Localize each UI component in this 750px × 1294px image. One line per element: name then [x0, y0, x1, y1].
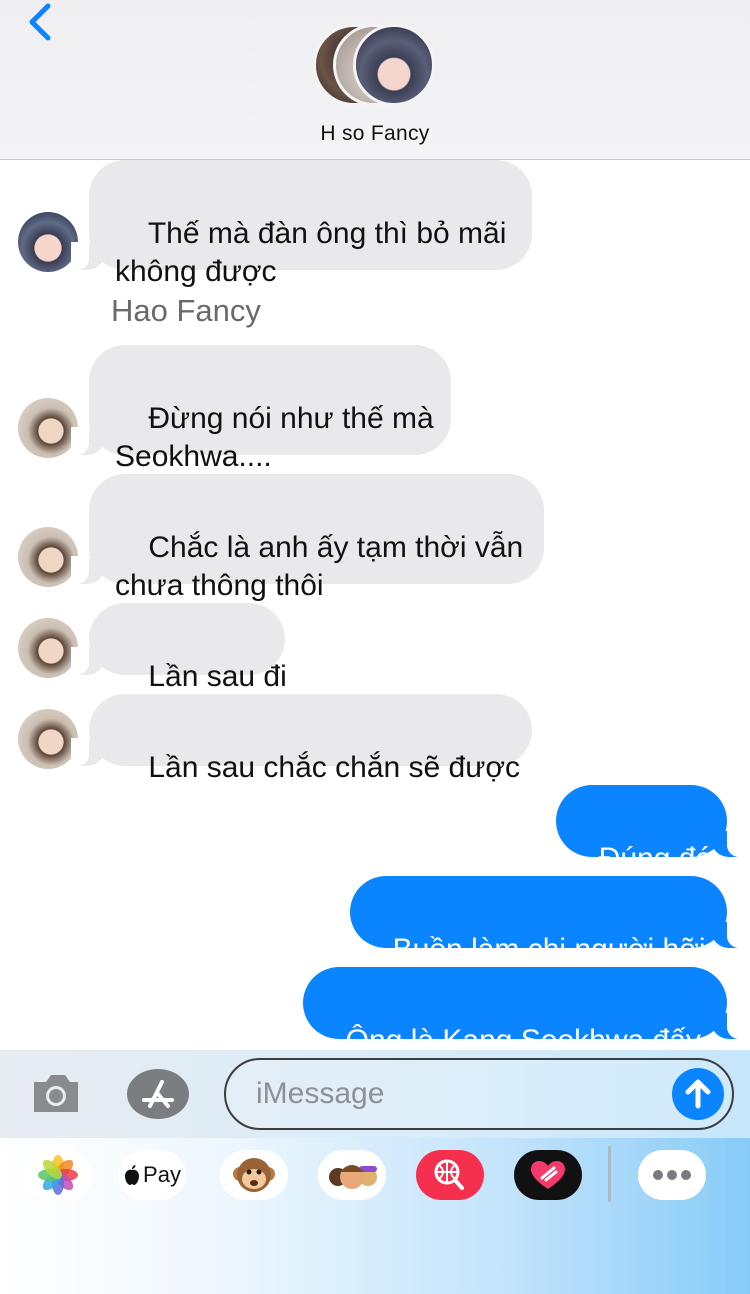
outgoing-bubble[interactable]: Đúng đó: [556, 785, 745, 875]
drawer-divider: [608, 1146, 611, 1202]
message-input-field[interactable]: [224, 1058, 734, 1130]
app-store-button[interactable]: [126, 1068, 190, 1120]
member-avatar: [353, 24, 435, 106]
sender-avatar[interactable]: [18, 527, 78, 587]
message-text: Thế mà đàn ông thì bỏ mãi không được: [115, 217, 507, 288]
more-icon: [653, 1170, 691, 1180]
message-text: Chắc là anh ấy tạm thời vẫn chưa thông t…: [115, 531, 524, 602]
more-apps-button[interactable]: [638, 1150, 706, 1200]
arrow-up-icon: [685, 1079, 711, 1109]
message-text: Đừng nói như thế mà Seokhwa....: [115, 402, 434, 473]
outgoing-bubble[interactable]: Ông là Kang Seokhwa đấy: [303, 967, 745, 1057]
incoming-bubble[interactable]: Đừng nói như thế mà Seokhwa....: [71, 345, 451, 473]
send-button[interactable]: [672, 1068, 724, 1120]
photos-icon: [38, 1155, 78, 1195]
sender-avatar[interactable]: [18, 398, 78, 458]
apple-pay-label: Pay: [143, 1162, 181, 1187]
incoming-bubble[interactable]: Lần sau chắc chắn sẽ được: [71, 694, 532, 784]
memoji-button[interactable]: [318, 1150, 386, 1200]
message-text: Đúng đó: [598, 842, 713, 875]
animoji-button[interactable]: [220, 1150, 288, 1200]
search-gif-icon: [434, 1159, 464, 1190]
message-text: Buồn làm chi người hỡi: [392, 933, 706, 966]
compose-bar: [0, 1050, 750, 1138]
conversation-header: H so Fancy: [0, 0, 750, 160]
message-text: Lần sau đi: [148, 660, 287, 693]
message-input[interactable]: [256, 1060, 676, 1128]
sender-avatar[interactable]: [18, 709, 78, 769]
message-text: Lần sau chắc chắn sẽ được: [148, 751, 520, 784]
memoji-icon: [329, 1165, 377, 1189]
sender-avatar[interactable]: [18, 618, 78, 678]
digital-touch-icon: [531, 1161, 565, 1189]
app-store-icon: [127, 1069, 189, 1119]
apple-pay-icon: Pay: [118, 1150, 186, 1200]
sender-name: Hao Fancy: [111, 293, 261, 328]
group-name[interactable]: H so Fancy: [0, 122, 750, 146]
camera-button[interactable]: [30, 1070, 82, 1116]
sender-avatar[interactable]: [18, 212, 78, 272]
incoming-bubble[interactable]: Lần sau đi: [71, 603, 287, 693]
animoji-icon: [233, 1158, 275, 1192]
camera-icon: [34, 1075, 78, 1112]
chevron-left-icon: [29, 3, 51, 41]
app-drawer: Pay: [0, 1138, 750, 1294]
back-button[interactable]: [22, 0, 62, 44]
photos-app-button[interactable]: [24, 1150, 92, 1200]
group-avatar[interactable]: [313, 24, 437, 108]
digital-touch-button[interactable]: [514, 1150, 582, 1200]
outgoing-bubble[interactable]: Buồn làm chi người hỡi: [350, 876, 745, 966]
apple-pay-button[interactable]: Pay: [118, 1150, 186, 1200]
image-search-button[interactable]: [416, 1150, 484, 1200]
incoming-bubble[interactable]: Thế mà đàn ông thì bỏ mãi không được: [71, 160, 532, 288]
incoming-bubble[interactable]: Chắc là anh ấy tạm thời vẫn chưa thông t…: [71, 474, 544, 602]
